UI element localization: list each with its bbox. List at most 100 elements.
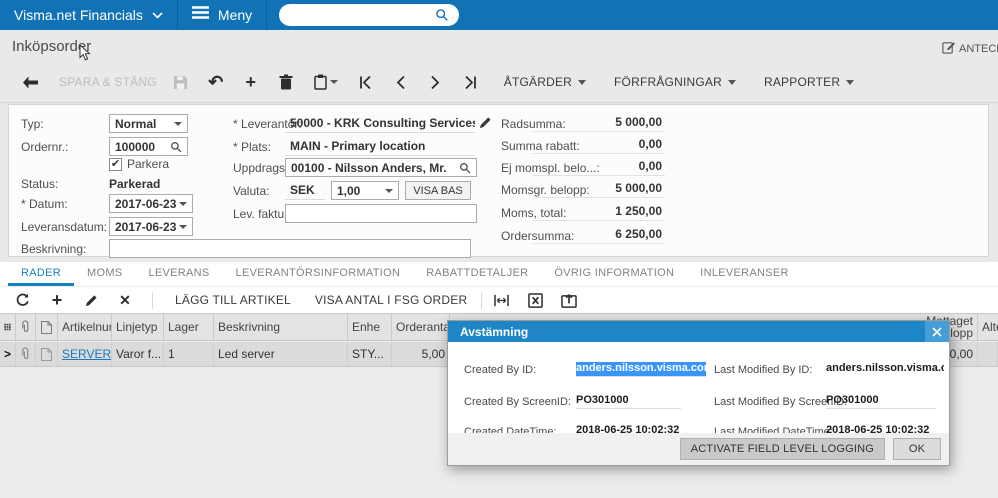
activate-field-level-logging-button[interactable]: ACTIVATE FIELD LEVEL LOGGING: [679, 438, 885, 460]
col-header-artikelnr[interactable]: Artikelnur: [58, 314, 112, 340]
tab-leverantorsinformation[interactable]: LEVERANTÖRSINFORMATION: [223, 262, 414, 286]
edit-leverantor-icon[interactable]: [479, 116, 492, 129]
refresh-icon[interactable]: [14, 293, 32, 307]
ordernr-search-icon[interactable]: [170, 141, 182, 153]
datum-value: 2017-06-23: [115, 196, 177, 211]
plats-field[interactable]: MAIN - Primary location: [285, 137, 475, 156]
undo-icon[interactable]: ↶: [206, 72, 226, 93]
back-icon[interactable]: [20, 76, 40, 89]
typ-caret-icon: [174, 121, 182, 126]
app-switcher[interactable]: Visma.net Financials: [0, 0, 178, 30]
dialog-footer: ACTIVATE FIELD LEVEL LOGGING OK: [448, 433, 949, 465]
col-header-orderantal[interactable]: Orderantal: [392, 314, 450, 340]
inquiries-menu[interactable]: FÖRFRÅGNINGAR: [614, 75, 736, 89]
close-icon[interactable]: [925, 321, 949, 342]
search-input[interactable]: [279, 4, 460, 26]
last-modified-by-id-value[interactable]: anders.nilsson.visma.com: [826, 362, 944, 376]
tab-ovrig-information[interactable]: ÖVRIG INFORMATION: [541, 262, 687, 286]
visa-bas-button[interactable]: VISA BAS: [405, 181, 471, 200]
import-icon[interactable]: [560, 293, 578, 308]
leveransdatum-caret-icon: [179, 224, 187, 229]
notes-button[interactable]: ANTECKNINGAR: [942, 41, 998, 57]
parkera-checkbox[interactable]: ✔ Parkera: [109, 157, 169, 171]
col-header-linjetyp[interactable]: Linjetyp: [112, 314, 164, 340]
leverantor-value: 50000 - KRK Consulting Services: [290, 116, 475, 130]
col-header-lager[interactable]: Lager: [164, 314, 214, 340]
inquiries-caret-icon: [727, 79, 736, 85]
typ-value: Normal: [115, 116, 157, 131]
inquiries-menu-label: FÖRFRÅGNINGAR: [614, 75, 722, 89]
show-qty-button[interactable]: VISA ANTAL I FSG ORDER: [315, 293, 467, 307]
col-header-beskrivning[interactable]: Beskrivning: [214, 314, 348, 340]
created-by-screenid-value[interactable]: PO301000: [576, 394, 681, 409]
col-header-alte[interactable]: Alte: [978, 314, 998, 340]
save-close-button[interactable]: SPARA & STÄNG: [59, 75, 157, 89]
attachments-column-icon[interactable]: [16, 314, 36, 340]
last-record-icon[interactable]: [461, 75, 481, 89]
datum-field[interactable]: 2017-06-23: [109, 194, 193, 213]
add-row-icon[interactable]: +: [48, 290, 66, 311]
next-record-icon[interactable]: [426, 75, 446, 89]
tab-inleveranser[interactable]: INLEVERANSER: [687, 262, 802, 286]
tab-rader[interactable]: RADER: [8, 262, 75, 286]
dialog-body: Created By ID: anders.nilsson.visma.com …: [448, 342, 949, 439]
valuta-code-value: SEK: [290, 183, 315, 197]
valuta-code-field[interactable]: SEK: [285, 181, 325, 200]
tab-rabattdetaljer[interactable]: RABATTDETALJER: [413, 262, 541, 286]
first-record-icon[interactable]: [356, 75, 376, 89]
notes-column-icon[interactable]: [36, 314, 58, 340]
fakturanr-input[interactable]: [285, 204, 477, 223]
moms-total-value: 1 250,00: [533, 204, 665, 221]
record-toolbar: SPARA & STÄNG ↶ + ÅTGÄRDER FÖRFRÅGNINGAR…: [0, 62, 998, 103]
leveransdatum-value: 2017-06-23: [115, 219, 177, 234]
radsumma-value: 5 000,00: [533, 115, 665, 132]
row-note-icon[interactable]: [36, 342, 58, 366]
tab-moms[interactable]: MOMS: [74, 262, 135, 286]
datum-caret-icon: [179, 201, 187, 206]
plats-value: MAIN - Primary location: [290, 139, 426, 153]
leverantor-field[interactable]: 50000 - KRK Consulting Services: [285, 114, 475, 133]
row-attachment-icon[interactable]: [16, 342, 36, 366]
add-article-button[interactable]: LÄGG TILL ARTIKEL: [175, 293, 291, 307]
row-beskrivning: Led server: [214, 342, 348, 366]
toolbar-divider: [481, 291, 483, 309]
last-modified-by-screenid-value[interactable]: PO301000: [826, 394, 936, 409]
beskrivning-label: Beskrivning:: [21, 242, 87, 256]
valuta-rate-select[interactable]: 1,00: [331, 181, 399, 200]
leveransdatum-field[interactable]: 2017-06-23: [109, 217, 193, 236]
save-icon[interactable]: [171, 75, 191, 90]
top-bar: Visma.net Financials Meny: [0, 0, 998, 30]
main-menu-button[interactable]: Meny: [178, 0, 268, 30]
clipboard-menu-icon[interactable]: [311, 74, 341, 90]
delete-row-icon[interactable]: ✕: [116, 292, 134, 309]
created-by-screenid-label: Created By ScreenID:: [464, 396, 571, 408]
previous-record-icon[interactable]: [391, 75, 411, 89]
edit-row-icon[interactable]: [82, 294, 100, 307]
ok-button[interactable]: OK: [893, 438, 941, 460]
dialog-header[interactable]: Avstämning: [448, 321, 949, 342]
uppdragsagare-field[interactable]: 00100 - Nilsson Anders, Mr.: [285, 158, 477, 177]
created-by-id-value[interactable]: anders.nilsson.visma.com: [576, 362, 714, 377]
fit-width-icon[interactable]: [492, 294, 510, 307]
grid-settings-icon[interactable]: [0, 314, 16, 340]
row-linjetyp: Varor f...: [112, 342, 164, 366]
beskrivning-input[interactable]: [109, 239, 471, 258]
grid-toolbar: + ✕ LÄGG TILL ARTIKEL VISA ANTAL I FSG O…: [0, 287, 998, 313]
delete-icon[interactable]: [276, 74, 296, 90]
row-selector: >: [0, 342, 16, 366]
actions-menu[interactable]: ÅTGÄRDER: [504, 75, 587, 89]
ordernr-field[interactable]: 100000: [109, 137, 188, 156]
search-icon[interactable]: [435, 8, 449, 22]
col-header-enhet[interactable]: Enhe: [348, 314, 392, 340]
leveransdatum-label: Leveransdatum:: [21, 220, 108, 234]
reports-menu[interactable]: RAPPORTER: [763, 75, 855, 89]
reports-menu-label: RAPPORTER: [763, 75, 841, 89]
add-record-icon[interactable]: +: [241, 72, 261, 93]
typ-select[interactable]: Normal: [109, 114, 188, 133]
export-excel-icon[interactable]: [526, 292, 544, 308]
tab-leverans[interactable]: LEVERANS: [135, 262, 222, 286]
valuta-rate-value: 1,00: [337, 183, 361, 198]
app-title: Visma.net Financials: [14, 7, 143, 23]
artikelnr-link[interactable]: SERVER: [62, 347, 111, 361]
uppdragsagare-search-icon[interactable]: [459, 162, 471, 174]
